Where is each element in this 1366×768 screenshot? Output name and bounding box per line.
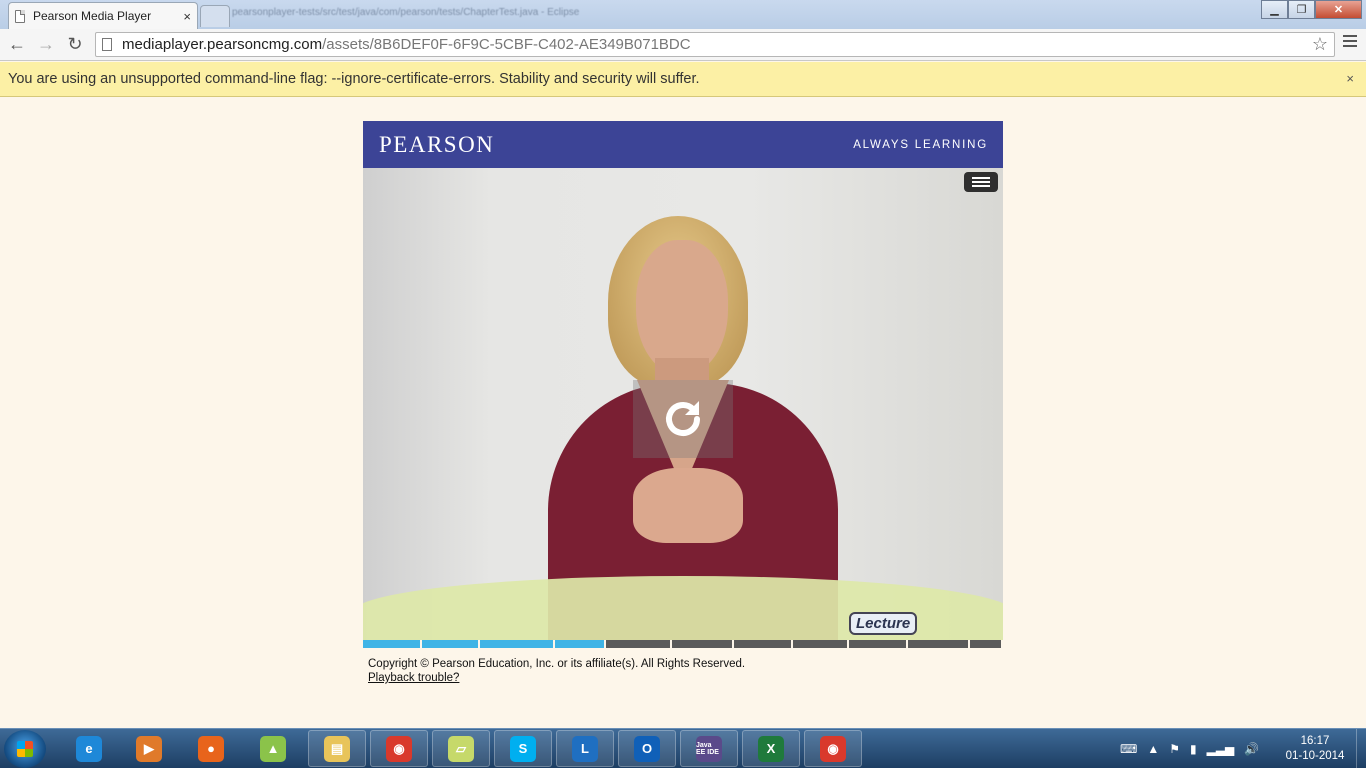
chapter-segment[interactable] [606, 640, 672, 648]
player-menu-button[interactable] [964, 172, 998, 192]
battery-icon[interactable]: ▮ [1190, 742, 1197, 756]
bookmark-star-icon[interactable]: ☆ [1312, 34, 1328, 55]
chapter-segment[interactable] [970, 640, 1003, 648]
browser-menu-icon[interactable] [1343, 35, 1357, 50]
taskbar-app-button[interactable]: S [494, 730, 552, 767]
outlook-icon: O [634, 735, 660, 762]
browser-tab[interactable]: Pearson Media Player × [8, 2, 198, 29]
chapter-segment[interactable] [480, 640, 555, 648]
url-host: mediaplayer.pearsoncmg.com [122, 36, 323, 53]
clock-time: 16:17 [1300, 735, 1330, 747]
tray-expand-icon[interactable]: ▲ [1147, 742, 1159, 756]
presenter-hands [633, 468, 743, 543]
tagline: ALWAYS LEARNING [853, 138, 988, 151]
presenter-face [636, 240, 728, 375]
chapter-progress-bar[interactable] [363, 640, 1003, 648]
taskbar-app-button[interactable]: O [618, 730, 676, 767]
player-header: PEARSON ALWAYS LEARNING [363, 121, 1003, 168]
taskbar-app-button[interactable]: ● [182, 730, 240, 767]
chapter-segment[interactable] [792, 640, 850, 648]
taskbar-app-button[interactable]: Java EE IDE [680, 730, 738, 767]
taskbar-app-button[interactable]: L [556, 730, 614, 767]
chapter-segment[interactable] [363, 640, 422, 648]
reload-icon[interactable]: ↻ [64, 33, 86, 55]
replay-icon [666, 401, 700, 436]
taskbar-app-button[interactable]: ▶ [120, 730, 178, 767]
pearson-logo: PEARSON [379, 131, 495, 157]
back-icon[interactable]: ← [6, 33, 28, 55]
page-icon [102, 38, 112, 51]
system-tray: ⌨ ▲ ⚑ ▮ ▂▃▅ 🔊 [1120, 729, 1259, 768]
taskbar-app-button[interactable]: X [742, 730, 800, 767]
keyboard-icon[interactable]: ⌨ [1120, 742, 1137, 756]
replay-button[interactable] [633, 380, 733, 458]
taskbar-app-button[interactable]: ◉ [370, 730, 428, 767]
chapter-segment[interactable] [734, 640, 793, 648]
lync-icon: L [572, 735, 598, 762]
taskbar-app-button[interactable]: ▱ [432, 730, 490, 767]
chapter-segment[interactable] [849, 640, 908, 648]
copyright-text: Copyright © Pearson Education, Inc. or i… [368, 658, 746, 670]
network-signal-icon[interactable]: ▂▃▅ [1207, 742, 1235, 756]
minimize-button[interactable]: ▁ [1261, 0, 1288, 19]
action-center-flag-icon[interactable]: ⚑ [1169, 742, 1180, 756]
chrome-active-icon: ◉ [820, 735, 846, 762]
internet-explorer-icon: e [76, 735, 102, 762]
chapter-segment[interactable] [554, 640, 607, 648]
page-icon [15, 9, 25, 23]
chapter-segment[interactable] [421, 640, 481, 648]
player-footer: Copyright © Pearson Education, Inc. or i… [368, 657, 745, 685]
media-player-icon: ▶ [136, 735, 162, 762]
url-path: /assets/8B6DEF0F-6F9C-5CBF-C402-AE349B07… [322, 36, 691, 53]
chapter-segment[interactable] [907, 640, 971, 648]
forward-icon[interactable]: → [35, 33, 57, 55]
background-window-title: pearsonplayer-tests/src/test/java/com/pe… [232, 7, 580, 18]
firefox-icon: ● [198, 735, 224, 762]
video-frame[interactable]: Lecture [363, 168, 1003, 641]
tab-close-icon[interactable]: × [183, 9, 191, 24]
lecture-watermark: Lecture [849, 612, 918, 635]
browser-toolbar: ← → ↻ mediaplayer.pearsoncmg.com /assets… [0, 29, 1366, 61]
close-window-button[interactable]: ✕ [1315, 0, 1362, 19]
browser-titlebar: Pearson Media Player × pearsonplayer-tes… [0, 0, 1366, 29]
excel-icon: X [758, 735, 784, 762]
maximize-button[interactable]: ❐ [1288, 0, 1315, 19]
taskbar-app-button[interactable]: ▲ [244, 730, 302, 767]
taskbar-app-button[interactable]: ◉ [804, 730, 862, 767]
sticky-notes-icon: ▱ [448, 735, 474, 762]
infobar-message: You are using an unsupported command-lin… [8, 71, 700, 87]
chapter-segment[interactable] [671, 640, 735, 648]
warning-infobar: You are using an unsupported command-lin… [0, 62, 1366, 97]
new-tab-button[interactable] [200, 5, 230, 27]
skype-icon: S [510, 735, 536, 762]
window-controls: ▁ ❐ ✕ [1261, 0, 1362, 19]
media-player: PEARSON ALWAYS LEARNING Lecture [363, 121, 1003, 648]
taskbar-app-button[interactable]: ▤ [308, 730, 366, 767]
clock[interactable]: 16:17 01-10-2014 [1280, 734, 1350, 764]
volume-icon[interactable]: 🔊 [1244, 742, 1259, 756]
infobar-close-icon[interactable]: × [1346, 71, 1354, 86]
playback-trouble-link[interactable]: Playback trouble? [368, 671, 745, 685]
tab-title: Pearson Media Player [33, 9, 152, 23]
address-bar[interactable]: mediaplayer.pearsoncmg.com /assets/8B6DE… [95, 32, 1335, 57]
file-explorer-icon: ▤ [324, 735, 350, 762]
windows-taskbar: e ▶ ● ▲ ▤ ◉ ▱ S L O Java EE IDE X ◉ ⌨ ▲ ⚑ ▮ ▂▃▅ 🔊 16… [0, 728, 1366, 768]
taskbar-app-button[interactable]: e [60, 730, 118, 767]
java-ee-ide-icon: Java EE IDE [696, 735, 722, 762]
chrome-icon: ◉ [386, 735, 412, 762]
show-desktop-button[interactable] [1356, 729, 1366, 768]
start-button[interactable] [4, 730, 46, 768]
clock-date: 01-10-2014 [1285, 750, 1345, 762]
android-icon: ▲ [260, 735, 286, 762]
